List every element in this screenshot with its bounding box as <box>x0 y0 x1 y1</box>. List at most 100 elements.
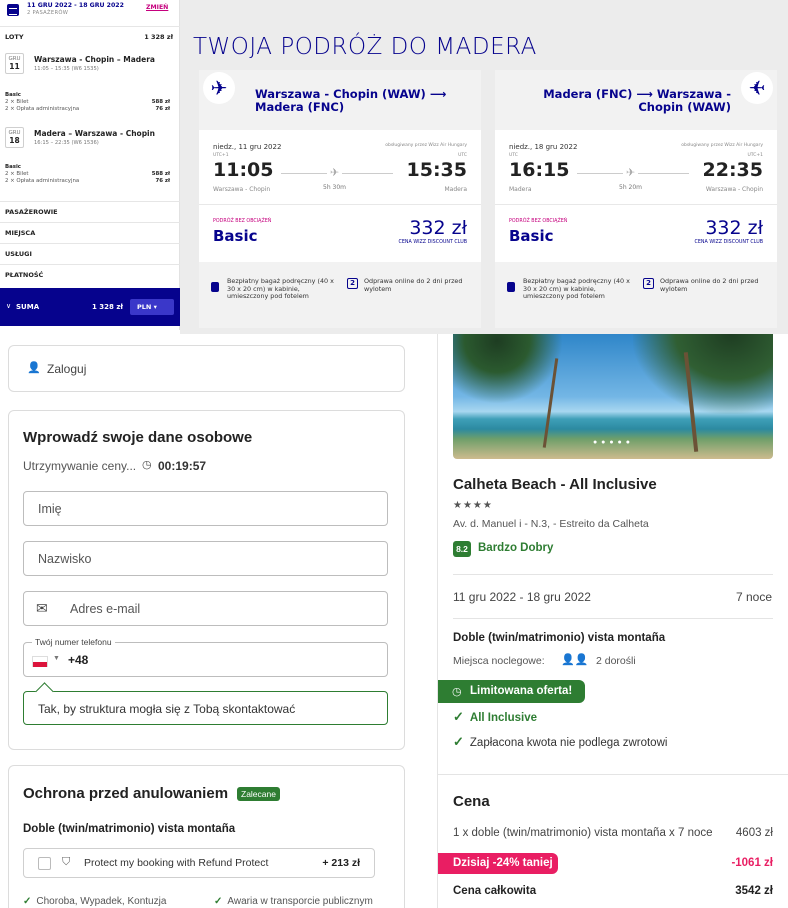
cancellation-title: Ochrona przed anulowaniem <box>23 785 229 802</box>
last-name-field[interactable]: Nazwisko <box>23 541 388 576</box>
currency-value: PLN <box>137 303 152 311</box>
departure-airport: Warszawa - Chopin <box>213 186 271 193</box>
price-summary: Cena 1 x doble (twin/matrimonio) vista m… <box>438 774 788 908</box>
departure-time: 16:15 <box>509 159 570 181</box>
bag-icon <box>507 282 515 292</box>
booking-summary-sidebar: 11 GRU 2022 - 18 GRU 2022 2 PASAŻERÓW ZM… <box>0 0 180 330</box>
section-services[interactable]: USŁUGI <box>0 243 180 263</box>
inclusion-item: ✓ All Inclusive <box>453 709 537 725</box>
fare-subtitle: PODRÓŻ BEZ OBCIĄŻEŃ <box>213 219 272 224</box>
date-range: 11 GRU 2022 - 18 GRU 2022 <box>27 2 124 9</box>
flight-route-title: Warszawa - Chopin (WAW) ⟶ Madera (FNC) <box>255 87 447 114</box>
check-icon: ✓ <box>214 896 223 907</box>
operated-by: obsługiwany przez Wizz Air Hungary <box>681 143 763 148</box>
flight-date-box: GRU 18 <box>5 127 24 148</box>
form-title: Wprowadź swoje dane osobowe <box>23 429 253 446</box>
change-link[interactable]: ZMIEŃ <box>146 4 168 11</box>
hotel-photo[interactable]: ● ● ● ● ● <box>453 334 773 459</box>
departure-tz: UTC <box>509 153 518 158</box>
flight-times: 11:05 – 15:35 (W6 1535) <box>34 66 99 72</box>
calendar-icon <box>7 4 19 16</box>
last-name-placeholder: Nazwisko <box>38 552 92 566</box>
fare-subtitle: PODRÓŻ BEZ OBCIĄŻEŃ <box>509 219 568 224</box>
login-button[interactable]: 👤 Zaloguj <box>8 345 405 392</box>
departure-tz: UTC+1 <box>213 153 229 158</box>
fee-price: 76 zł <box>155 178 170 184</box>
checkin-feature: Odprawa online do 2 dni przed wylotem <box>660 277 759 293</box>
sum-bar[interactable]: ∨ SUMA 1 328 zł PLN ▾ <box>0 288 180 326</box>
section-label: PASAŻEROWIE <box>5 208 58 216</box>
fee-line: 2 × Opłata administracyjna <box>5 178 80 184</box>
fare-price: 332 zł <box>409 217 467 239</box>
cancellation-protection-card: Ochrona przed anulowaniem Zalecane Doble… <box>8 765 405 908</box>
flights-header[interactable]: LOTY 1 328 zł <box>0 26 180 46</box>
operated-by: obsługiwany przez Wizz Air Hungary <box>385 143 467 148</box>
stay-dates: 11 gru 2022 - 18 gru 2022 <box>453 590 591 604</box>
inclusion-item: ✓ Zapłacona kwota nie podlega zwrotowi <box>453 734 667 750</box>
people-icon: 👤👤 <box>561 654 589 666</box>
trip-dates-row: 11 GRU 2022 - 18 GRU 2022 2 PASAŻERÓW ZM… <box>0 0 180 22</box>
plane-icon: ✈ <box>327 166 343 179</box>
bag-feature: Bezpłatny bagaż podręczny (40 x 30 x 20 … <box>227 277 334 300</box>
arrival-time: 15:35 <box>406 159 467 181</box>
bag-icon <box>211 282 219 292</box>
flight-times: 16:15 – 22:35 (W6 1536) <box>34 140 99 146</box>
divider <box>495 204 777 205</box>
hotel-stars: ★★★★ <box>453 500 493 511</box>
section-payment[interactable]: PŁATNOŚĆ <box>0 264 180 284</box>
checkin-feature: Odprawa online do 2 dni przed wylotem <box>364 277 463 293</box>
arrival-tz: UTC <box>458 153 467 158</box>
refund-checkbox[interactable] <box>38 857 51 870</box>
flight-date: niedz., 11 gru 2022 <box>213 143 282 151</box>
checkin-icon: 2 <box>643 278 654 289</box>
flight-duration: 5h 20m <box>619 184 643 191</box>
ticket-line: 2 × Bilet <box>5 99 29 105</box>
carousel-dots[interactable]: ● ● ● ● ● <box>593 439 631 446</box>
fare-name: Basic <box>509 227 554 245</box>
contact-hint-tooltip: Tak, by struktura mogła się z Tobą skont… <box>23 691 388 725</box>
section-passengers[interactable]: PASAŻEROWIE <box>0 201 180 221</box>
mail-icon: ✉ <box>36 600 48 616</box>
email-field[interactable]: ✉ Adres e-mail <box>23 591 388 626</box>
clock-icon: ◷ <box>452 686 462 698</box>
flight-day: 11 <box>9 62 20 71</box>
first-name-field[interactable]: Imię <box>23 491 388 526</box>
fare-price: 332 zł <box>705 217 763 239</box>
phone-field[interactable]: Twój numer telefonu ▼ +48 <box>23 637 388 677</box>
flight-day: 18 <box>9 136 20 145</box>
fare-features: Bezpłatny bagaż podręczny (40 x 30 x 20 … <box>495 262 777 328</box>
section-seats[interactable]: MIEJSCA <box>0 222 180 242</box>
passenger-count: 2 PASAŻERÓW <box>27 10 69 16</box>
fare-name: Basic <box>5 92 21 98</box>
user-icon: 👤 <box>27 362 41 374</box>
check-icon: ✓ <box>23 896 32 907</box>
flights-label: LOTY <box>5 33 24 41</box>
flight-route: Madera – Warszawa - Chopin <box>34 129 155 138</box>
refund-protect-option[interactable]: ⛉ Protect my booking with Refund Protect… <box>23 848 375 878</box>
first-name-placeholder: Imię <box>38 502 62 516</box>
section-label: USŁUGI <box>5 250 32 258</box>
price-title: Cena <box>453 793 490 810</box>
section-label: MIEJSCA <box>5 229 36 237</box>
room-name: Doble (twin/matrimonio) vista montaña <box>23 823 236 835</box>
bag-feature: Bezpłatny bagaż podręczny (40 x 30 x 20 … <box>523 277 630 300</box>
inclusion-text: Zapłacona kwota nie podlega zwrotowi <box>469 737 668 749</box>
departure-time: 11:05 <box>213 159 274 181</box>
discount-value: -1061 zł <box>731 857 773 869</box>
caret-down-icon[interactable]: ▼ <box>53 655 60 662</box>
coverage-item: ✓ Awaria w transporcie publicznym <box>214 896 373 907</box>
arrival-time: 22:35 <box>702 159 763 181</box>
flight-date-box: GRU 11 <box>5 53 24 74</box>
check-icon: ✓ <box>453 734 464 749</box>
shield-icon: ⛉ <box>62 856 71 868</box>
refund-text: Protect my booking with Refund Protect <box>84 857 269 869</box>
flight-route-title: Madera (FNC) ⟶ Warszawa - Chopin (WAW) <box>543 87 731 114</box>
fee-price: 76 zł <box>155 106 170 112</box>
poland-flag-icon[interactable] <box>32 656 48 667</box>
caret-down-icon: ▾ <box>153 303 157 311</box>
currency-select[interactable]: PLN ▾ <box>130 299 174 315</box>
flight-card-header: ✈ Warszawa - Chopin (WAW) ⟶ Madera (FNC) <box>199 70 481 130</box>
fare-name: Basic <box>213 227 258 245</box>
beds-value: 2 dorośli <box>596 655 636 667</box>
rating-badge: 8.2 <box>453 541 471 557</box>
